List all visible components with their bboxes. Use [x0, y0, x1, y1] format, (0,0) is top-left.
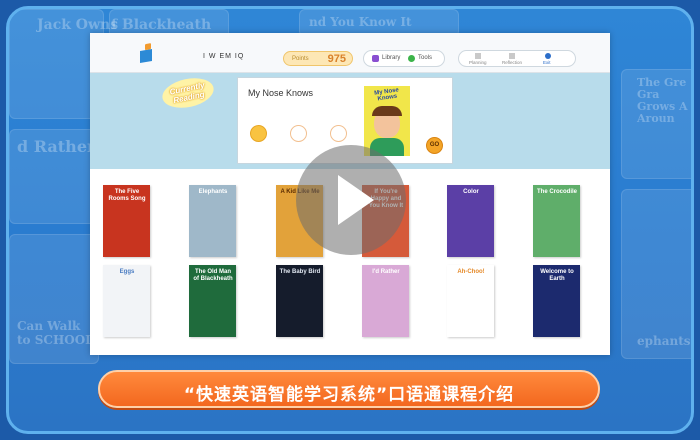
tools-icon[interactable]	[408, 55, 415, 62]
book-cover[interactable]: Eggs	[103, 265, 150, 337]
book-cover-title: The Old Man of Blackheath	[193, 269, 233, 282]
book-cover-title: Ah-Choo!	[457, 269, 485, 275]
book-cover-title: Eggs	[119, 269, 135, 275]
book-cover-title: The Baby Bird	[279, 269, 321, 275]
current-cover-title: My Nose Knows	[373, 87, 400, 103]
play-button[interactable]	[296, 145, 406, 255]
currently-reading-badge: Currently Reading	[159, 73, 217, 113]
bg-cover-title: nd You Know It	[309, 15, 412, 29]
planning-icon[interactable]	[475, 53, 481, 59]
headphones-icon[interactable]	[290, 125, 307, 142]
book-cover[interactable]: I'd Rather	[362, 265, 409, 337]
nav-tools[interactable]: Tools	[418, 55, 432, 61]
caption-text: “快速英语智能学习系统”口语通课程介绍	[183, 385, 515, 405]
bg-cover-title: Jack Owns	[37, 17, 119, 33]
cover-hair-art	[372, 106, 402, 116]
nav-reflection[interactable]: Reflection	[502, 60, 522, 65]
exit-icon[interactable]	[545, 53, 551, 59]
book-cover-title: Welcome to Earth	[540, 269, 574, 282]
book-cover-title: Color	[463, 189, 479, 195]
book-cover[interactable]: Ah-Choo!	[447, 265, 494, 337]
main-nav: Library Tools	[363, 50, 445, 67]
current-book-title: My Nose Knows	[248, 88, 314, 98]
caption-banner: “快速英语智能学习系统”口语通课程介绍	[98, 370, 600, 408]
book-cover-title: I'd Rather	[372, 269, 400, 275]
nav-library[interactable]: Library	[382, 55, 400, 61]
toolbar: I W EM IQ Points 975 Library Tools Plann…	[90, 33, 610, 73]
bg-cover-title: d Rather	[17, 137, 96, 156]
lightbulb-icon[interactable]	[250, 125, 267, 142]
book-cover[interactable]: The Baby Bird	[276, 265, 323, 337]
nav-exit[interactable]: Exit	[543, 60, 551, 65]
book-cover-title: The Five Rooms Song	[108, 189, 146, 202]
book-cover[interactable]: Welcome to Earth	[533, 265, 580, 337]
points-badge: Points 975	[283, 51, 353, 66]
book-cover[interactable]: The Crocodile	[533, 185, 580, 257]
nav-planning[interactable]: Planning	[469, 60, 487, 65]
username: I W EM IQ	[203, 53, 245, 60]
book-cover-title: The Crocodile	[536, 189, 577, 195]
bg-cover-title: The Gre Gra Grows A Aroun	[637, 76, 688, 125]
book-cover-title: Elephants	[198, 189, 228, 195]
pencil-icon[interactable]	[330, 125, 347, 142]
right-nav: Planning Reflection Exit	[458, 50, 576, 67]
current-book-cover[interactable]: My Nose Knows	[364, 86, 410, 156]
points-value: 975	[327, 53, 346, 65]
book-cover[interactable]: The Five Rooms Song	[103, 185, 150, 257]
points-label: Points	[292, 56, 309, 62]
book-cover[interactable]: Elephants	[189, 185, 236, 257]
library-icon[interactable]	[372, 55, 379, 62]
app-logo-icon[interactable]	[140, 48, 152, 64]
bg-cover-title: f Blackheath	[111, 17, 212, 33]
reflection-icon[interactable]	[509, 53, 515, 59]
bg-cover-title: ephants	[637, 334, 691, 348]
book-cover[interactable]: The Old Man of Blackheath	[189, 265, 236, 337]
bg-cover-title: Can Walk to SCHOOL	[17, 319, 94, 347]
book-cover[interactable]: Color	[447, 185, 494, 257]
go-button[interactable]: GO	[426, 137, 443, 154]
